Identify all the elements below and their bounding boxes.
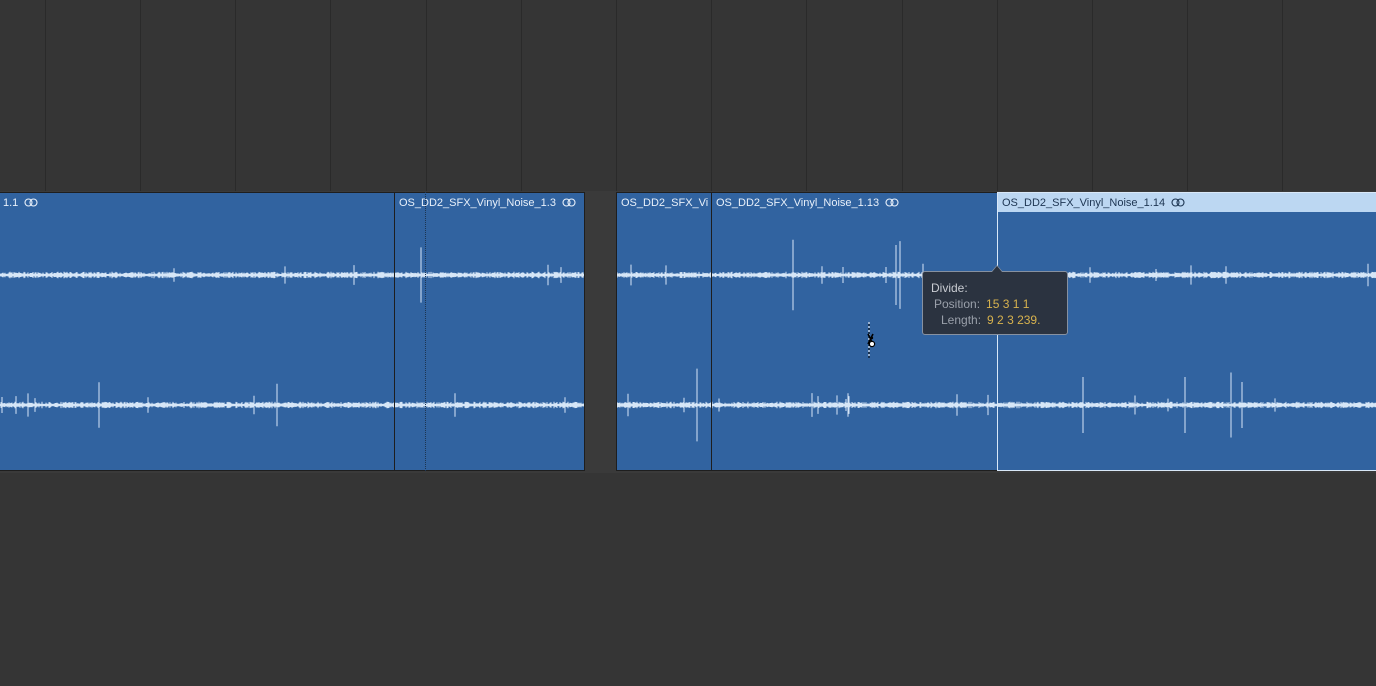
scissors-cursor-icon: [867, 322, 876, 358]
grid-line: [902, 0, 903, 192]
region-header[interactable]: 1.1: [0, 193, 394, 212]
grid-line: [997, 0, 998, 192]
arrange-area[interactable]: 1.1 OS_DD2_SFX_Vinyl_Noise_1.3 OS_DD2_SF…: [0, 0, 1376, 686]
audio-waveform: [0, 265, 394, 428]
audio-region[interactable]: 1.1: [0, 192, 395, 471]
tooltip-length-label: Length:: [941, 313, 982, 327]
audio-waveform: [395, 247, 584, 417]
loop-icon: [885, 198, 899, 207]
region-header[interactable]: OS_DD2_SFX_Vinyl_Noise_1.14: [998, 193, 1376, 212]
audio-waveform: [617, 264, 711, 442]
region-name: OS_DD2_SFX_Vinyl_Noise_1.13: [716, 196, 880, 209]
grid-line: [45, 0, 46, 192]
region-header[interactable]: OS_DD2_SFX_Vinyl_Noise_1.13: [712, 193, 997, 212]
divide-marker: [425, 192, 426, 471]
region-name: 1.1: [3, 196, 19, 209]
waveform-path: [0, 265, 394, 428]
region-name: OS_DD2_SFX_Vinyl_Noise_1.14: [1002, 196, 1166, 209]
loop-icon: [1171, 198, 1185, 207]
loop-icon: [562, 198, 576, 207]
waveform-path: [395, 247, 584, 417]
grid-line: [330, 0, 331, 192]
grid-line: [140, 0, 141, 192]
tooltip-position-value: 15 3 1 1: [986, 297, 1030, 311]
audio-region[interactable]: OS_DD2_SFX_Vinyl_Noise_1.3: [394, 192, 585, 471]
tooltip-length-value: 9 2 3 239.: [987, 313, 1041, 327]
timeline-grid: [0, 0, 1376, 192]
region-name: OS_DD2_SFX_Vinyl_Noise_1.3: [399, 196, 556, 209]
tooltip-position-row: Position: 15 3 1 1: [931, 296, 1059, 312]
audio-region[interactable]: OS_DD2_SFX_Vi: [616, 192, 712, 471]
grid-line: [711, 0, 712, 192]
audio-waveform: [712, 239, 997, 417]
grid-line: [806, 0, 807, 192]
grid-line: [1187, 0, 1188, 192]
region-header[interactable]: OS_DD2_SFX_Vi: [617, 193, 711, 212]
grid-line: [426, 0, 427, 192]
tooltip-length-row: Length: 9 2 3 239.: [931, 312, 1059, 328]
region-header[interactable]: OS_DD2_SFX_Vinyl_Noise_1.3: [395, 193, 584, 212]
waveform-path: [617, 264, 711, 442]
tooltip-title: Divide:: [931, 281, 968, 295]
divide-tooltip: Divide: Position: 15 3 1 1 Length: 9 2 3…: [922, 265, 1068, 335]
grid-line: [235, 0, 236, 192]
region-name: OS_DD2_SFX_Vi: [621, 196, 709, 209]
audio-waveform: [998, 263, 1376, 438]
loop-icon: [24, 198, 38, 207]
grid-line: [1282, 0, 1283, 192]
grid-line: [1092, 0, 1093, 192]
grid-line: [521, 0, 522, 192]
tooltip-position-label: Position:: [934, 297, 981, 311]
grid-line: [616, 0, 617, 192]
